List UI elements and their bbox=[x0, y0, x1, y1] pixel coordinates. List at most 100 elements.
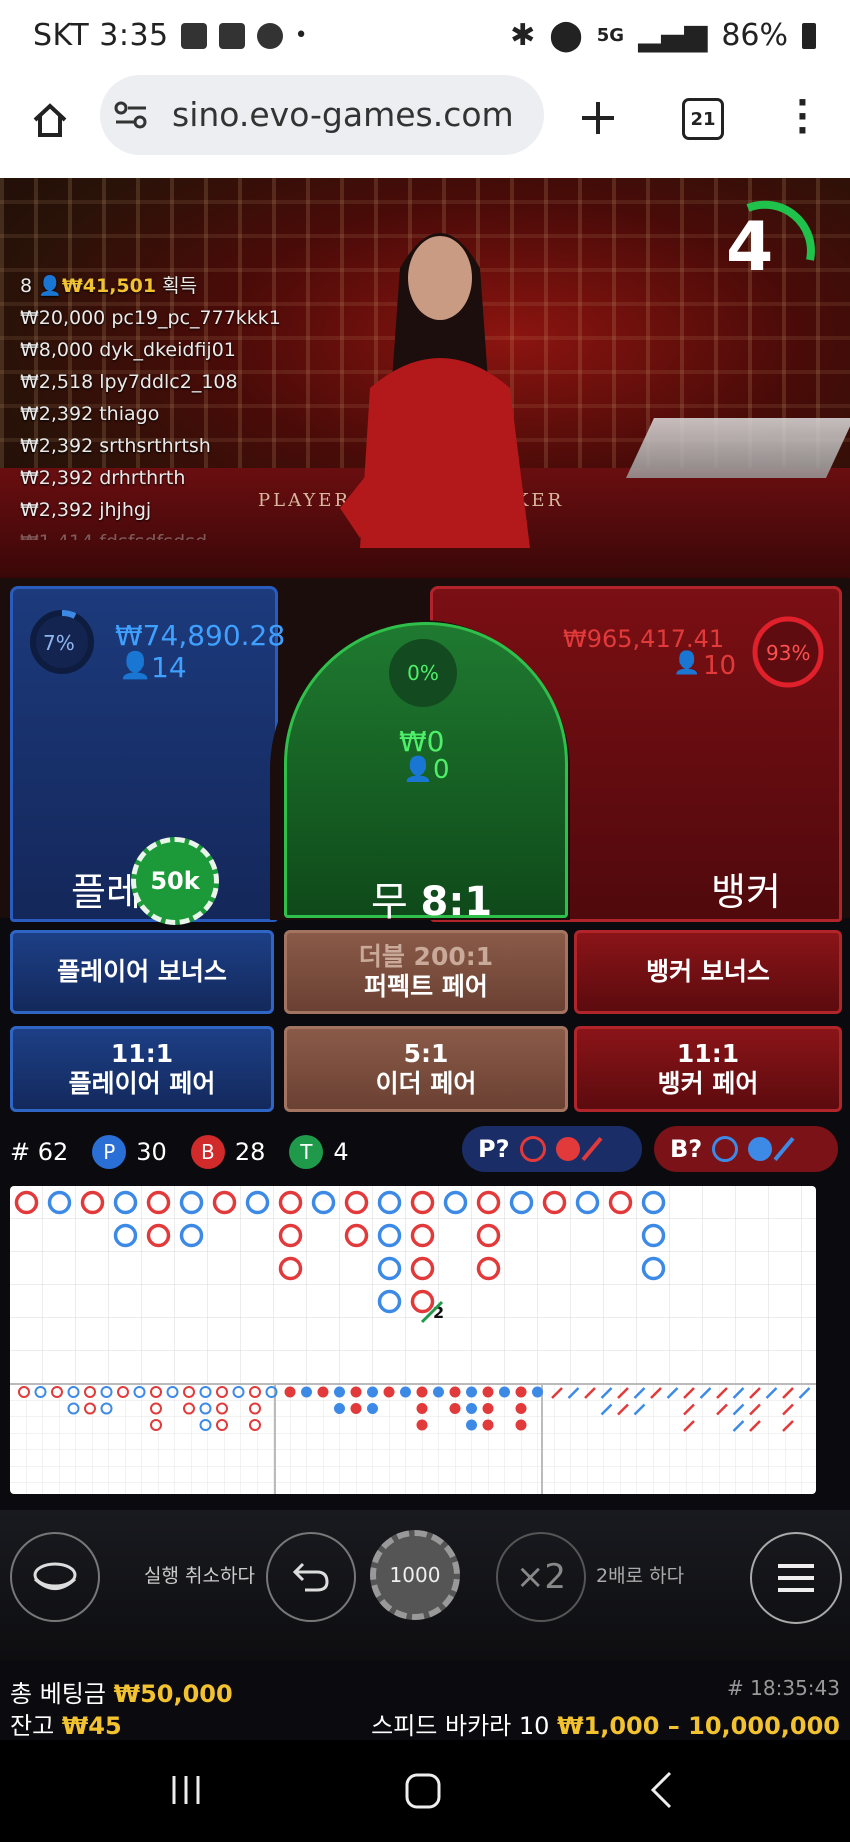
new-tab-icon[interactable] bbox=[578, 98, 618, 138]
winner-row: ₩2,392 drhrthrth bbox=[20, 467, 186, 489]
back-icon[interactable] bbox=[648, 1770, 674, 1810]
round-id: # 18:35:43 bbox=[727, 1676, 840, 1700]
player-bonus-button[interactable]: 플레이어 보너스 bbox=[10, 930, 274, 1014]
small-road-marker bbox=[350, 1403, 362, 1414]
small-road-marker bbox=[284, 1386, 296, 1398]
tie-count: 4 bbox=[333, 1138, 349, 1166]
bet-timer: 4 bbox=[726, 208, 774, 287]
person-icon: 👤 bbox=[673, 651, 701, 676]
small-road-marker bbox=[515, 1386, 527, 1398]
player-bet-spot[interactable]: 7% ₩74,890.28 👤 14 플레이어 50k bbox=[10, 586, 285, 925]
talk-icon bbox=[256, 22, 283, 49]
player-pair-button[interactable]: 11:1 플레이어 페어 bbox=[10, 1026, 274, 1112]
double-label: 2배로 하다 bbox=[596, 1565, 685, 1587]
perfect-pair-button[interactable]: 더블 200:1 퍼펙트 페어 bbox=[284, 930, 568, 1014]
tie-bet-spot[interactable]: 0% ₩0 👤 0 무 8:1 bbox=[284, 622, 568, 925]
home-nav-icon[interactable] bbox=[404, 1772, 442, 1810]
player-bettor-count: 14 bbox=[151, 651, 187, 684]
selected-chip[interactable]: 1000 bbox=[370, 1530, 460, 1620]
bluetooth-icon: ✱ bbox=[510, 18, 536, 53]
small-road-marker bbox=[416, 1403, 428, 1414]
player-percent: 7% bbox=[43, 631, 75, 655]
banker-pair-button[interactable]: 11:1 뱅커 페어 bbox=[574, 1026, 842, 1112]
either-pair-button[interactable]: 5:1 이더 페어 bbox=[284, 1026, 568, 1112]
small-road-marker bbox=[334, 1386, 345, 1398]
tab-count: 21 bbox=[690, 108, 716, 130]
scoreboard-roadmap[interactable]: 2 bbox=[10, 1186, 816, 1494]
browser-toolbar: sino.evo-games.com 21 · · · bbox=[0, 75, 850, 179]
recent-apps-icon[interactable] bbox=[168, 1772, 204, 1808]
small-road-marker bbox=[482, 1403, 494, 1414]
predict-big-road-icon bbox=[712, 1136, 739, 1162]
predict-small-road-icon bbox=[555, 1137, 580, 1161]
battery-text: 86% bbox=[721, 18, 788, 53]
undo-button[interactable] bbox=[266, 1532, 356, 1622]
tie-pool-amount: ₩0 bbox=[399, 725, 445, 758]
android-nav-bar bbox=[0, 1740, 850, 1842]
player-wins: 30 bbox=[136, 1138, 167, 1166]
table-view-icon bbox=[33, 1562, 77, 1590]
site-settings-icon[interactable] bbox=[114, 99, 148, 131]
banker-bettor-count: 10 bbox=[703, 651, 737, 681]
small-road-marker bbox=[367, 1386, 378, 1398]
winner-row: ₩2,392 thiago bbox=[20, 403, 160, 425]
small-road-marker bbox=[317, 1386, 329, 1398]
tie-badge: T bbox=[289, 1135, 324, 1169]
predict-cockroach-icon bbox=[580, 1136, 603, 1162]
tie-percent: 0% bbox=[407, 661, 439, 685]
small-road-marker bbox=[433, 1386, 444, 1398]
banker-wins: 28 bbox=[234, 1138, 266, 1166]
url-text: sino.evo-games.com bbox=[172, 95, 514, 134]
undo-label: 실행 취소하다 bbox=[144, 1565, 255, 1587]
roadmap-grid: 2 bbox=[10, 1186, 816, 1494]
banker-predict-button[interactable]: B? bbox=[654, 1126, 838, 1172]
small-road-marker bbox=[515, 1419, 527, 1431]
dot-icon: • bbox=[294, 23, 309, 48]
person-icon: 👤 bbox=[403, 755, 433, 783]
small-road-marker bbox=[482, 1419, 494, 1431]
balance: 잔고 ₩45 bbox=[10, 1712, 122, 1740]
card-shoe bbox=[626, 418, 850, 478]
live-video: PLAYER BANKER 8 👤₩41,501 획득 ₩20,000 pc19… bbox=[0, 178, 850, 578]
winner-row: ₩2,392 jhjhgj bbox=[20, 499, 152, 521]
winner-row: ₩20,000 pc19_pc_777kkk1 bbox=[20, 307, 281, 329]
menu-button[interactable] bbox=[750, 1532, 842, 1624]
person-icon: 👤 bbox=[119, 651, 152, 681]
tab-switcher-button[interactable]: 21 bbox=[682, 98, 724, 140]
b-app-icon bbox=[218, 22, 245, 49]
tie-label: 무 8:1 bbox=[371, 879, 493, 925]
winner-row: ₩2,518 lpy7ddlc2_108 bbox=[20, 371, 238, 393]
small-road-marker bbox=[416, 1419, 428, 1431]
small-road-marker bbox=[334, 1403, 345, 1414]
bottom-controls: 실행 취소하다 1000 ×2 2배로 하다 bbox=[0, 1510, 850, 1670]
betting-area: 7% ₩74,890.28 👤 14 플레이어 50k ₩965,417.41 … bbox=[0, 578, 850, 925]
person-icon: 👤 bbox=[38, 275, 62, 297]
total-rounds: # 62 bbox=[10, 1138, 69, 1166]
status-time: SKT 3:35 bbox=[33, 18, 169, 53]
small-road-marker bbox=[449, 1403, 461, 1414]
small-road-marker bbox=[301, 1386, 312, 1398]
small-road-marker bbox=[416, 1386, 428, 1398]
signal-icon: ▂▄▆ bbox=[638, 18, 708, 53]
double-button[interactable]: ×2 bbox=[496, 1532, 586, 1622]
banker-badge: B bbox=[190, 1135, 225, 1169]
url-bar[interactable]: sino.evo-games.com bbox=[100, 75, 544, 155]
roadmap-stats: # 62 P 30 B 28 T 4 bbox=[10, 1132, 349, 1172]
chip-selector[interactable]: 1000 bbox=[370, 1530, 480, 1620]
small-road-marker bbox=[482, 1386, 494, 1398]
gallery-icon bbox=[180, 22, 207, 49]
placed-chip: 50k bbox=[131, 837, 219, 925]
banker-bonus-button[interactable]: 뱅커 보너스 bbox=[574, 930, 842, 1014]
total-bet: 총 베팅금 ₩50,000 bbox=[10, 1680, 233, 1708]
battery-icon bbox=[802, 22, 816, 49]
menu-dots-icon[interactable]: · · · bbox=[796, 86, 809, 148]
player-predict-button[interactable]: P? bbox=[462, 1126, 642, 1172]
home-icon[interactable] bbox=[30, 100, 70, 140]
hamburger-icon bbox=[778, 1564, 814, 1592]
small-road-marker bbox=[367, 1403, 378, 1414]
view-toggle-button[interactable] bbox=[10, 1532, 100, 1622]
double-symbol: ×2 bbox=[515, 1557, 567, 1597]
predict-big-road-icon bbox=[519, 1136, 546, 1162]
dealer-figure bbox=[340, 233, 530, 548]
tie-percent-ring: 0% bbox=[389, 639, 457, 707]
